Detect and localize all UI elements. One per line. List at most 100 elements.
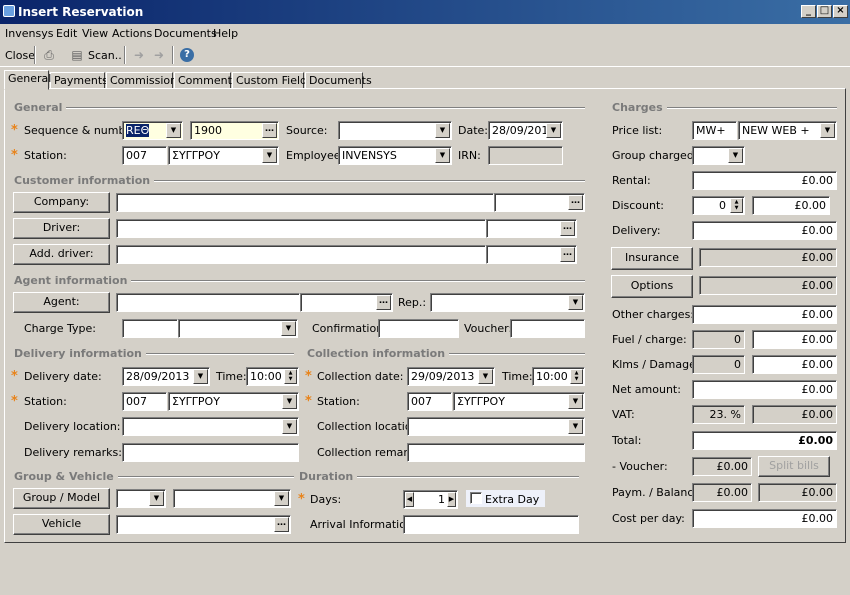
printer-icon[interactable]: ⎙: [41, 48, 57, 62]
agent-code-field[interactable]: …: [300, 293, 393, 312]
chevron-down-icon[interactable]: ▼: [282, 394, 297, 409]
chevron-down-icon[interactable]: ▼: [820, 123, 835, 138]
vehicle-button[interactable]: Vehicle: [13, 514, 110, 535]
add-driver-name-field[interactable]: [116, 245, 486, 264]
employee-select[interactable]: INVENSYS ▼: [338, 146, 452, 165]
ellipsis-icon[interactable]: …: [560, 221, 575, 236]
ellipsis-icon[interactable]: …: [376, 295, 391, 310]
menu-documents[interactable]: Documents: [154, 27, 217, 40]
vehicle-field[interactable]: …: [116, 515, 291, 534]
sequence-number-field[interactable]: 1900…: [190, 121, 279, 140]
price-code-field[interactable]: MW+: [692, 121, 737, 140]
tab-custom-fields[interactable]: Custom Fields: [232, 72, 313, 89]
days-stepper[interactable]: ◀ 1 ▶: [403, 490, 458, 509]
chevron-down-icon[interactable]: ▼: [282, 419, 297, 434]
tab-commissions[interactable]: Commissions: [106, 72, 183, 89]
close-window-button[interactable]: ×: [833, 5, 848, 18]
chevron-down-icon[interactable]: ▼: [568, 295, 583, 310]
group-model-button[interactable]: Group / Model: [13, 488, 110, 509]
chevron-down-icon[interactable]: ▼: [193, 369, 208, 384]
scan-button[interactable]: Scan..: [88, 49, 122, 62]
group-select[interactable]: ▼: [116, 489, 166, 508]
tab-documents[interactable]: Documents: [305, 72, 372, 89]
chevron-down-icon[interactable]: ▼: [728, 148, 743, 163]
delivery-station-select[interactable]: ΣΥΓΓΡΟΥ ▼: [168, 392, 299, 411]
charge-type-code-field[interactable]: [122, 319, 178, 338]
menu-edit[interactable]: Edit: [56, 27, 77, 40]
confirmation-field[interactable]: [378, 319, 459, 338]
company-button[interactable]: Company:: [13, 192, 110, 213]
agent-name-field[interactable]: [116, 293, 300, 312]
klms-amount-field[interactable]: £0.00: [752, 355, 837, 374]
chevron-down-icon[interactable]: ▼: [166, 123, 181, 138]
chevron-down-icon[interactable]: ▼: [274, 491, 289, 506]
maximize-button[interactable]: □: [817, 5, 832, 18]
date-picker[interactable]: 28/09/2013 ▼: [488, 121, 563, 140]
arrow-left-icon[interactable]: ➜: [131, 48, 147, 62]
group-charged-select[interactable]: ▼: [692, 146, 745, 165]
chevron-down-icon[interactable]: ▼: [478, 369, 493, 384]
close-button[interactable]: Close: [5, 49, 35, 62]
source-select[interactable]: ▼: [338, 121, 452, 140]
price-list-select[interactable]: NEW WEB + ▼: [738, 121, 837, 140]
charge-type-select[interactable]: ▼: [178, 319, 298, 338]
collection-location-select[interactable]: ▼: [407, 417, 585, 436]
chevron-down-icon[interactable]: ▼: [149, 491, 164, 506]
chevron-down-icon[interactable]: ▼: [281, 321, 296, 336]
insurance-button[interactable]: Insurance: [611, 247, 693, 270]
scanner-icon[interactable]: ▤: [69, 48, 85, 62]
collection-date-picker[interactable]: 29/09/2013 ▼: [407, 367, 495, 386]
chevron-down-icon[interactable]: ▼: [435, 123, 450, 138]
company-code-field[interactable]: …: [494, 193, 585, 212]
rep-select[interactable]: ▼: [430, 293, 585, 312]
extra-day-checkbox[interactable]: [470, 492, 482, 504]
collection-station-select[interactable]: ΣΥΓΓΡΟΥ ▼: [453, 392, 585, 411]
menu-help[interactable]: Help: [213, 27, 238, 40]
chevron-down-icon[interactable]: ▼: [546, 123, 561, 138]
station-select[interactable]: ΣΥΓΓΡΟΥ ▼: [168, 146, 279, 165]
cost-per-day-field[interactable]: £0.00: [692, 509, 837, 528]
chevron-down-icon[interactable]: ▼: [435, 148, 450, 163]
fuel-amount-field[interactable]: £0.00: [752, 330, 837, 349]
ellipsis-icon[interactable]: …: [568, 195, 583, 210]
voucher-field[interactable]: [510, 319, 585, 338]
collection-remarks-field[interactable]: [407, 443, 585, 462]
add-driver-code-field[interactable]: …: [486, 245, 577, 264]
ellipsis-icon[interactable]: …: [560, 247, 575, 262]
spinner-icon[interactable]: ▲ ▼: [730, 198, 743, 213]
options-button[interactable]: Options: [611, 275, 693, 298]
chevron-down-icon[interactable]: ▼: [568, 419, 583, 434]
split-bills-button[interactable]: Split bills: [758, 456, 830, 477]
delivery-date-picker[interactable]: 28/09/2013 ▼: [122, 367, 210, 386]
help-icon[interactable]: ?: [180, 48, 194, 62]
net-amount-field[interactable]: £0.00: [692, 380, 837, 399]
menu-actions[interactable]: Actions: [112, 27, 152, 40]
sequence-code-select[interactable]: REΘ ▼: [122, 121, 183, 140]
collection-station-code-field[interactable]: 007: [407, 392, 452, 411]
ellipsis-icon[interactable]: …: [262, 123, 277, 138]
arrow-right-icon[interactable]: ▶: [447, 492, 456, 507]
spinner-icon[interactable]: ▲ ▼: [284, 369, 297, 384]
discount-amount-field[interactable]: £0.00: [752, 196, 830, 215]
rental-field[interactable]: £0.00: [692, 171, 837, 190]
driver-button[interactable]: Driver:: [13, 218, 110, 239]
delivery-charge-field[interactable]: £0.00: [692, 221, 837, 240]
delivery-station-code-field[interactable]: 007: [122, 392, 167, 411]
tab-general[interactable]: General: [4, 70, 51, 90]
discount-percent-stepper[interactable]: 0 ▲ ▼: [692, 196, 745, 215]
chevron-down-icon[interactable]: ▼: [568, 394, 583, 409]
minimize-button[interactable]: _: [801, 5, 816, 18]
menu-view[interactable]: View: [82, 27, 108, 40]
model-select[interactable]: ▼: [173, 489, 291, 508]
menu-invensys[interactable]: Invensys: [5, 27, 53, 40]
driver-code-field[interactable]: …: [486, 219, 577, 238]
company-name-field[interactable]: [116, 193, 494, 212]
arrow-left-icon[interactable]: ◀: [405, 492, 414, 507]
chevron-down-icon[interactable]: ▼: [262, 148, 277, 163]
arrival-field[interactable]: [403, 515, 579, 534]
spinner-icon[interactable]: ▲ ▼: [570, 369, 583, 384]
tab-comments[interactable]: Comments: [174, 72, 238, 89]
add-driver-button[interactable]: Add. driver:: [13, 244, 110, 265]
delivery-remarks-field[interactable]: [122, 443, 299, 462]
station-code-field[interactable]: 007: [122, 146, 167, 165]
